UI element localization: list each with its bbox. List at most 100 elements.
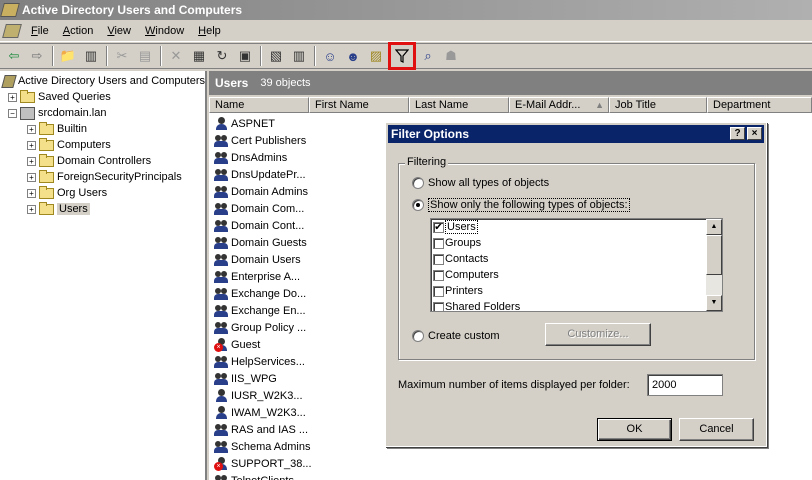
expand-plus-icon[interactable]: +	[27, 172, 36, 182]
radio-create-custom-indicator[interactable]	[412, 330, 424, 342]
window-title-bar[interactable]: Active Directory Users and Computers	[0, 0, 812, 20]
expand-plus-icon[interactable]: +	[27, 156, 36, 166]
new-user-icon[interactable]: ☺	[319, 45, 341, 67]
group-icon	[214, 133, 230, 148]
radio-show-all-indicator[interactable]	[412, 177, 424, 189]
add-to-group-icon[interactable]: ☗	[440, 45, 462, 67]
menu-bar: File Action View Window Help	[0, 21, 812, 42]
checkbox[interactable]: ✔	[433, 221, 444, 233]
ou-folder-icon	[39, 153, 54, 167]
expand-plus-icon[interactable]: +	[27, 204, 36, 214]
list-item-name: DnsAdmins	[231, 151, 288, 164]
dialog-title-bar[interactable]: Filter Options ? ×	[388, 125, 764, 143]
export-list-icon[interactable]: ▣	[234, 45, 256, 67]
system-menu-icon[interactable]	[2, 24, 22, 38]
refresh-icon[interactable]: ↻	[211, 45, 233, 67]
expand-plus-icon[interactable]: +	[27, 188, 36, 198]
cut-icon[interactable]: ✂	[111, 45, 133, 67]
listbox-scrollbar[interactable]: ▲ ▼	[706, 219, 722, 311]
console-tree-icon[interactable]: ▥	[288, 45, 310, 67]
column-header-department[interactable]: Department	[707, 97, 812, 113]
tree-item-root[interactable]: Active Directory Users and Computers	[0, 73, 205, 89]
ok-button[interactable]: OK	[597, 418, 672, 441]
checkbox[interactable]	[433, 269, 444, 281]
tree-item-domain-controllers[interactable]: + Domain Controllers	[0, 153, 205, 169]
max-items-input[interactable]: 2000	[647, 374, 723, 396]
object-type-item[interactable]: Contacts	[431, 251, 722, 267]
column-header-name[interactable]: Name	[209, 97, 309, 113]
scroll-up-icon[interactable]: ▲	[706, 219, 722, 235]
object-types-listbox[interactable]: ✔ Users Groups Contacts Computers Printers Sha…	[430, 218, 723, 312]
tree-item-org-users[interactable]: + Org Users	[0, 185, 205, 201]
object-type-item[interactable]: ✔ Users	[431, 219, 722, 235]
menu-window[interactable]: Window	[138, 25, 191, 37]
group-icon	[214, 235, 230, 250]
cancel-button[interactable]: Cancel	[679, 418, 754, 441]
tree-item-foreign-security-principals[interactable]: + ForeignSecurityPrincipals	[0, 169, 205, 185]
list-item-name: IWAM_W2K3...	[231, 406, 306, 419]
folder-icon	[39, 121, 54, 135]
menu-help[interactable]: Help	[191, 25, 228, 37]
tree-item-computers[interactable]: + Computers	[0, 137, 205, 153]
column-header-job-title[interactable]: Job Title	[609, 97, 707, 113]
list-item[interactable]: × SUPPORT_38...	[209, 455, 812, 472]
forward-arrow-icon[interactable]: ⇨	[26, 45, 48, 67]
toolbar-separator	[260, 46, 262, 66]
list-item-name: RAS and IAS ...	[231, 423, 309, 436]
customize-button[interactable]: Customize...	[545, 323, 651, 346]
max-items-label: Maximum number of items displayed per fo…	[398, 379, 630, 391]
object-type-item[interactable]: Computers	[431, 267, 722, 283]
object-type-item[interactable]: Shared Folders	[431, 299, 722, 312]
object-type-label: Users	[445, 220, 478, 234]
dialog-help-button[interactable]: ?	[730, 127, 745, 140]
collapse-minus-icon[interactable]: −	[8, 108, 17, 118]
aduc-root-icon	[1, 74, 17, 88]
scroll-thumb[interactable]	[706, 235, 722, 275]
ou-folder-icon	[39, 185, 54, 199]
delete-icon[interactable]: ✕	[165, 45, 187, 67]
column-headers: Name First Name Last Name E-Mail Addr...…	[209, 97, 812, 113]
radio-show-all[interactable]: Show all types of objects	[412, 177, 549, 189]
list-item-name: SUPPORT_38...	[231, 457, 312, 470]
checkbox[interactable]	[433, 285, 444, 297]
radio-create-custom[interactable]: Create custom	[412, 330, 500, 342]
paste-icon[interactable]: ▤	[134, 45, 156, 67]
list-item[interactable]: TelnetClients	[209, 472, 812, 480]
window-title: Active Directory Users and Computers	[22, 3, 243, 17]
object-type-item[interactable]: Groups	[431, 235, 722, 251]
expand-plus-icon[interactable]: +	[27, 140, 36, 150]
up-folder-icon[interactable]: 📁	[57, 45, 79, 67]
checkbox[interactable]	[433, 237, 444, 249]
scroll-down-icon[interactable]: ▼	[706, 295, 722, 311]
tree-item-builtin[interactable]: + Builtin	[0, 121, 205, 137]
show-hide-tree-icon[interactable]: ▥	[80, 45, 102, 67]
menu-action[interactable]: Action	[56, 25, 101, 37]
expand-plus-icon[interactable]: +	[27, 124, 36, 134]
checkbox[interactable]	[433, 301, 444, 311]
column-header-last-name[interactable]: Last Name	[409, 97, 509, 113]
object-type-item[interactable]: Printers	[431, 283, 722, 299]
menu-view[interactable]: View	[100, 25, 138, 37]
radio-show-only-indicator[interactable]	[412, 199, 424, 211]
checkbox[interactable]	[433, 253, 444, 265]
tree-item-users[interactable]: + Users	[0, 201, 205, 217]
object-type-label: Shared Folders	[445, 301, 521, 312]
back-arrow-icon[interactable]: ⇦	[3, 45, 25, 67]
dialog-close-button[interactable]: ×	[747, 127, 762, 140]
console-tree[interactable]: Active Directory Users and Computers + S…	[0, 71, 207, 480]
help-icon[interactable]: ▧	[265, 45, 287, 67]
find-icon[interactable]: ⌕	[417, 45, 439, 67]
filter-icon[interactable]	[388, 42, 416, 70]
folder-icon	[39, 137, 54, 151]
expand-plus-icon[interactable]: +	[8, 92, 17, 102]
radio-show-only[interactable]: Show only the following types of objects…	[412, 198, 630, 212]
new-ou-icon[interactable]: ▨	[365, 45, 387, 67]
tree-item-saved-queries[interactable]: + Saved Queries	[0, 89, 205, 105]
properties-icon[interactable]: ▦	[188, 45, 210, 67]
column-header-email[interactable]: E-Mail Addr... ▲	[509, 97, 609, 113]
menu-file[interactable]: File	[24, 25, 56, 37]
domain-icon	[20, 106, 35, 120]
column-header-first-name[interactable]: First Name	[309, 97, 409, 113]
new-group-icon[interactable]: ☻	[342, 45, 364, 67]
tree-item-domain[interactable]: − srcdomain.lan	[0, 105, 205, 121]
